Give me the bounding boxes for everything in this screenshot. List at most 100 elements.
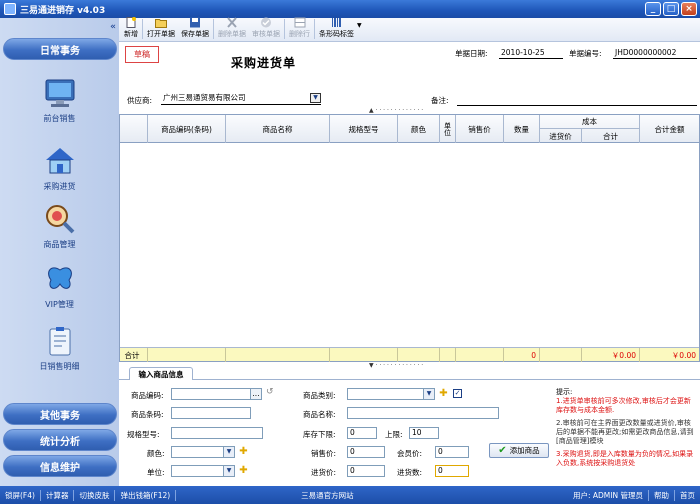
sidebar-item-label: VIP管理: [45, 300, 74, 309]
app-icon: [4, 3, 16, 15]
add-color-icon[interactable]: ✚: [239, 447, 248, 457]
sidebar-item-purchase[interactable]: 采购进货: [0, 144, 119, 192]
sidebar-item-daily-sales[interactable]: 日销售明细: [0, 324, 119, 372]
user-info: 用户: ADMIN 管理员: [568, 489, 649, 501]
col-name: 商品名称: [226, 115, 330, 143]
lock-button[interactable]: 锁屏(F4): [0, 489, 41, 501]
magnifier-icon: [43, 202, 77, 236]
unit-select[interactable]: ▼: [171, 465, 235, 477]
audit-button[interactable]: 审核单据: [249, 17, 283, 41]
dropdown-arrow-icon[interactable]: ▼: [357, 22, 362, 29]
barcode-icon: [331, 18, 341, 27]
cost-price-input[interactable]: 0: [347, 465, 385, 477]
house-icon: [43, 144, 77, 178]
nav-header-stats[interactable]: 统计分析: [3, 429, 117, 451]
delete-button[interactable]: 删除单据: [215, 17, 249, 41]
add-category-icon[interactable]: ✚: [439, 389, 448, 399]
no-value: JHD0000000002: [615, 48, 677, 57]
max-stock-input[interactable]: 10: [409, 427, 439, 439]
col-spec: 规格型号: [330, 115, 398, 143]
col-unit: 单位: [440, 115, 456, 143]
monitor-icon: [43, 76, 77, 110]
sidebar: « 日常事务 前台销售 采购进货 商品管理 VIP管理 日销售明细 其他事务 统…: [0, 18, 119, 486]
hints-panel: 提示: 1.进货单审核前可多次修改,审核后才会更新库存数与成本金额. 2.审核前…: [556, 388, 694, 467]
chevron-down-icon[interactable]: ▼: [423, 389, 434, 399]
sale-price-input[interactable]: 0: [347, 446, 385, 458]
sidebar-item-front-sales[interactable]: 前台销售: [0, 76, 119, 124]
cash-drawer-button[interactable]: 弹出钱箱(F12): [115, 489, 177, 501]
check-icon: ✔: [498, 445, 507, 456]
new-button[interactable]: 新增: [121, 17, 141, 41]
member-price-input[interactable]: 0: [435, 446, 469, 458]
main-content: 新增 打开单据 保存单据 删除单据 审核单据 删除行 条形码标签 ▼ 草稿 采购…: [119, 17, 700, 486]
skin-button[interactable]: 切换皮肤: [74, 489, 116, 501]
category-select[interactable]: ▼: [347, 388, 435, 400]
col-qty: 数量: [504, 115, 540, 143]
window-title: 三易通进销存 v4.03: [20, 5, 106, 16]
status-bar: 锁屏(F4) 计算器 切换皮肤 弹出钱箱(F12) 三易通官方网站 用户: AD…: [0, 486, 700, 504]
col-color: 颜色: [398, 115, 440, 143]
total-cost: ￥0.00: [582, 348, 640, 362]
remark-label: 备注:: [431, 96, 449, 105]
col-code: 商品编码(条码): [148, 115, 226, 143]
supplier-label: 供应商:: [127, 96, 153, 105]
title-bar: 三易通进销存 v4.03 _ □ ×: [0, 0, 700, 18]
sidebar-item-label: 采购进货: [43, 182, 76, 191]
sidebar-item-label: 前台销售: [43, 114, 76, 123]
delete-icon: [227, 17, 237, 28]
home-button[interactable]: 首页: [675, 490, 700, 501]
collapse-icon[interactable]: «: [110, 22, 116, 32]
spec-input[interactable]: [171, 427, 263, 439]
draft-badge: 草稿: [125, 46, 159, 63]
col-cost-price: 进货价: [540, 129, 582, 143]
color-select[interactable]: ▼: [171, 446, 235, 458]
barcode-input[interactable]: [171, 407, 251, 419]
nav-header-other[interactable]: 其他事务: [3, 403, 117, 425]
refresh-icon[interactable]: ↺: [266, 387, 274, 397]
new-doc-icon: [126, 17, 136, 28]
page-title: 采购进货单: [231, 56, 297, 70]
item-grid[interactable]: 商品编码(条码) 商品名称 规格型号 颜色 单位 销售价 数量 成本 进货价 合…: [119, 114, 700, 362]
butterfly-icon: [43, 262, 77, 296]
website-link[interactable]: 三易通官方网站: [296, 490, 359, 501]
total-qty: 0: [504, 348, 540, 362]
minimize-button[interactable]: _: [645, 2, 661, 16]
save-icon: [190, 17, 200, 28]
tab-entry[interactable]: 输入商品信息: [129, 367, 193, 380]
col-cost-total: 合计: [582, 129, 640, 143]
save-button[interactable]: 保存单据: [178, 17, 212, 41]
barcode-button[interactable]: 条形码标签: [316, 17, 357, 41]
chevron-down-icon[interactable]: ▼: [223, 447, 234, 457]
add-product-button[interactable]: ✔ 添加商品: [489, 443, 549, 458]
close-button[interactable]: ×: [681, 2, 697, 16]
remark-field[interactable]: [457, 105, 697, 106]
name-input[interactable]: [347, 407, 499, 419]
grid-header: 商品编码(条码) 商品名称 规格型号 颜色 单位 销售价 数量 成本 进货价 合…: [120, 115, 699, 143]
delete-row-icon: [294, 17, 305, 28]
no-label: 单据编号:: [569, 49, 602, 58]
date-label: 单据日期:: [455, 49, 488, 58]
folder-icon: [155, 19, 167, 28]
chevron-down-icon[interactable]: ▼: [223, 466, 234, 476]
sidebar-item-products[interactable]: 商品管理: [0, 202, 119, 250]
maximize-button[interactable]: □: [663, 2, 679, 16]
help-button[interactable]: 帮助: [649, 489, 675, 501]
nav-header-daily[interactable]: 日常事务: [3, 38, 117, 60]
qty-input[interactable]: 0: [435, 465, 469, 477]
entry-tabbar: 输入商品信息: [119, 366, 700, 380]
chevron-down-icon[interactable]: ▼: [310, 93, 321, 103]
delete-row-button[interactable]: 删除行: [286, 17, 313, 41]
category-checkbox[interactable]: ✓: [453, 389, 462, 398]
sidebar-item-vip[interactable]: VIP管理: [0, 262, 119, 310]
supplier-select[interactable]: 广州三易通贸易有限公司 ▼: [161, 93, 321, 105]
open-button[interactable]: 打开单据: [144, 17, 178, 41]
nav-header-info[interactable]: 信息维护: [3, 455, 117, 477]
date-value: 2010-10-25: [501, 48, 545, 57]
add-unit-icon[interactable]: ✚: [239, 466, 248, 476]
code-input[interactable]: [171, 388, 251, 400]
min-stock-input[interactable]: 0: [347, 427, 377, 439]
browse-button[interactable]: ...: [250, 388, 262, 400]
calculator-button[interactable]: 计算器: [41, 489, 75, 501]
col-sale-price: 销售价: [456, 115, 504, 143]
splitter-handle[interactable]: ▲ · · · · · · · · · · · · ·: [369, 107, 423, 114]
